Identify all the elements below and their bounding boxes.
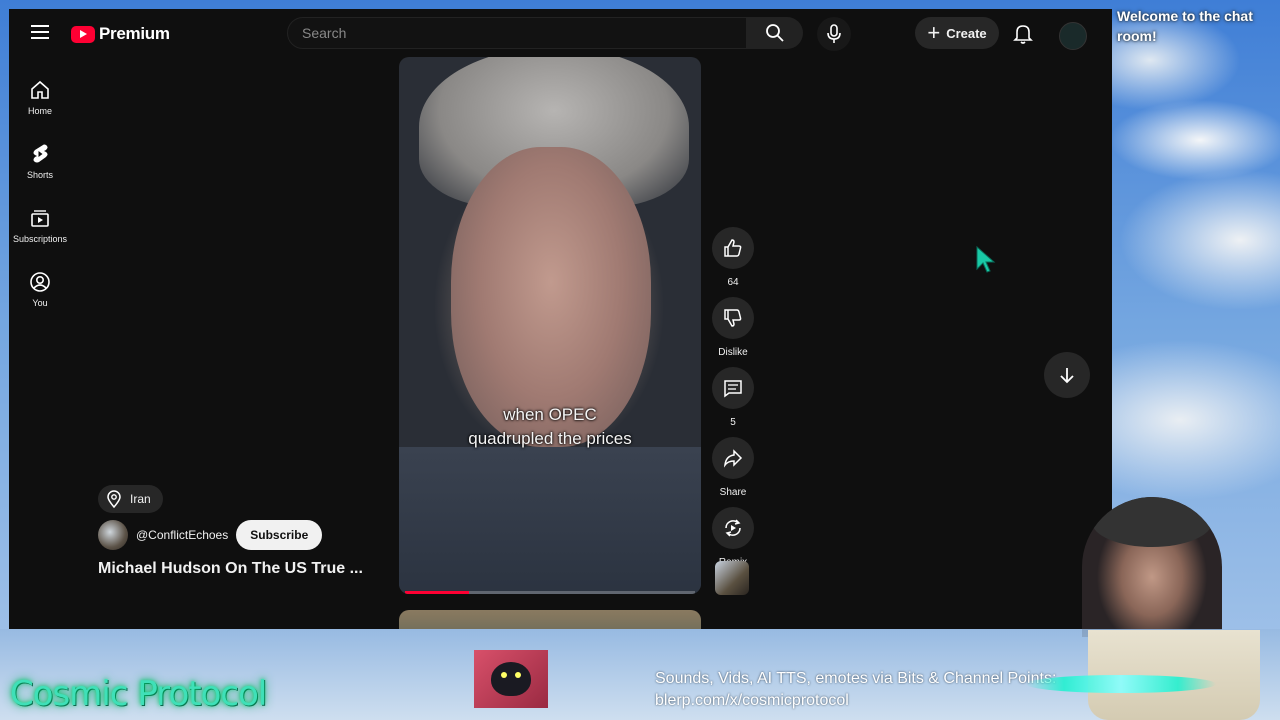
channel-avatar[interactable]	[98, 520, 128, 550]
cat-icon	[491, 662, 531, 696]
channel-handle[interactable]: @ConflictEchoes	[136, 528, 228, 542]
sidebar-item-label: You	[32, 297, 48, 308]
video-caption: when OPEC quadrupled the prices	[399, 403, 701, 451]
search-icon	[766, 24, 784, 42]
comment-count: 5	[730, 417, 736, 428]
video-progress-bar[interactable]	[405, 591, 695, 594]
location-chip[interactable]: Iran	[98, 485, 163, 513]
dislike-button[interactable]: Dislike	[709, 297, 757, 359]
plus-icon: +	[927, 20, 941, 45]
comment-icon	[724, 380, 742, 398]
mouse-cursor-icon	[976, 245, 996, 273]
bell-icon	[1013, 25, 1033, 44]
blerp-promo: Sounds, Vids, AI TTS, emotes via Bits & …	[655, 668, 1056, 712]
brand-logo-text: Cosmic Protocol	[10, 674, 267, 714]
short-title[interactable]: Michael Hudson On The US True ...	[98, 560, 378, 578]
caption-line: when OPEC	[503, 405, 597, 424]
location-pin-icon	[107, 490, 121, 508]
share-icon	[723, 449, 743, 468]
voice-search-button[interactable]	[817, 17, 851, 51]
chat-welcome-text: Welcome to the chat room!	[1117, 8, 1253, 44]
next-short-button[interactable]	[1044, 352, 1090, 398]
streamer-webcam	[1082, 497, 1222, 637]
logo-text: Premium	[99, 24, 170, 43]
like-count: 64	[727, 277, 739, 288]
promo-line: Sounds, Vids, AI TTS, emotes via Bits & …	[655, 670, 1057, 687]
channel-row: @ConflictEchoes Subscribe	[98, 520, 323, 550]
search-input[interactable]: Search	[287, 17, 747, 49]
webcam-frame-hair	[1092, 497, 1212, 547]
shorts-icon	[33, 144, 48, 162]
notifications-button[interactable]	[1011, 21, 1035, 45]
share-label: Share	[719, 487, 747, 498]
microphone-icon	[827, 24, 841, 43]
youtube-window: Premium Search + Create Home Shorts Subs…	[9, 9, 1112, 629]
sidebar-item-label: Shorts	[26, 169, 53, 180]
sidebar-item-subscriptions[interactable]: Subscriptions	[9, 193, 71, 257]
promo-link: blerp.com/x/cosmicprotocol	[655, 692, 849, 709]
top-bar: Premium Search + Create	[9, 9, 1112, 57]
arrow-down-icon	[1060, 368, 1074, 384]
create-button[interactable]: + Create	[915, 17, 999, 49]
share-button[interactable]: Share	[709, 437, 757, 499]
short-actions: 64 Dislike 5 Share Remix	[709, 227, 757, 577]
audio-waveform	[1026, 675, 1216, 693]
account-avatar[interactable]	[1059, 22, 1087, 50]
video-progress-fill	[405, 591, 469, 594]
side-navigation: Home Shorts Subscriptions You	[9, 65, 71, 321]
sound-source-thumbnail[interactable]	[715, 561, 749, 595]
video-frame-face	[451, 147, 651, 447]
dislike-label: Dislike	[718, 347, 748, 358]
subscriptions-icon	[31, 209, 49, 227]
next-short-preview[interactable]	[399, 610, 701, 629]
youtube-play-icon	[71, 25, 95, 43]
search-button[interactable]	[747, 17, 803, 49]
subscribe-button[interactable]: Subscribe	[236, 520, 323, 550]
video-frame-shirt	[399, 447, 701, 594]
caption-line: quadrupled the prices	[468, 429, 632, 448]
home-icon	[31, 80, 49, 99]
remix-button[interactable]: Remix	[709, 507, 757, 569]
sidebar-item-you[interactable]: You	[9, 257, 71, 321]
cat-emote-image	[474, 650, 548, 708]
youtube-logo[interactable]: Premium	[71, 24, 170, 44]
comments-button[interactable]: 5	[709, 367, 757, 429]
sidebar-item-label: Subscriptions	[12, 233, 68, 244]
menu-icon[interactable]	[25, 21, 55, 45]
like-button[interactable]: 64	[709, 227, 757, 289]
location-label: Iran	[130, 492, 151, 506]
short-video-player[interactable]: when OPEC quadrupled the prices	[399, 57, 701, 594]
sidebar-item-home[interactable]: Home	[9, 65, 71, 129]
sidebar-item-shorts[interactable]: Shorts	[9, 129, 71, 193]
thumbs-down-icon	[724, 309, 742, 327]
create-label: Create	[946, 25, 987, 41]
thumbs-up-icon	[724, 239, 742, 257]
remix-icon	[725, 519, 741, 537]
sidebar-item-label: Home	[27, 105, 52, 116]
account-icon	[30, 271, 50, 292]
